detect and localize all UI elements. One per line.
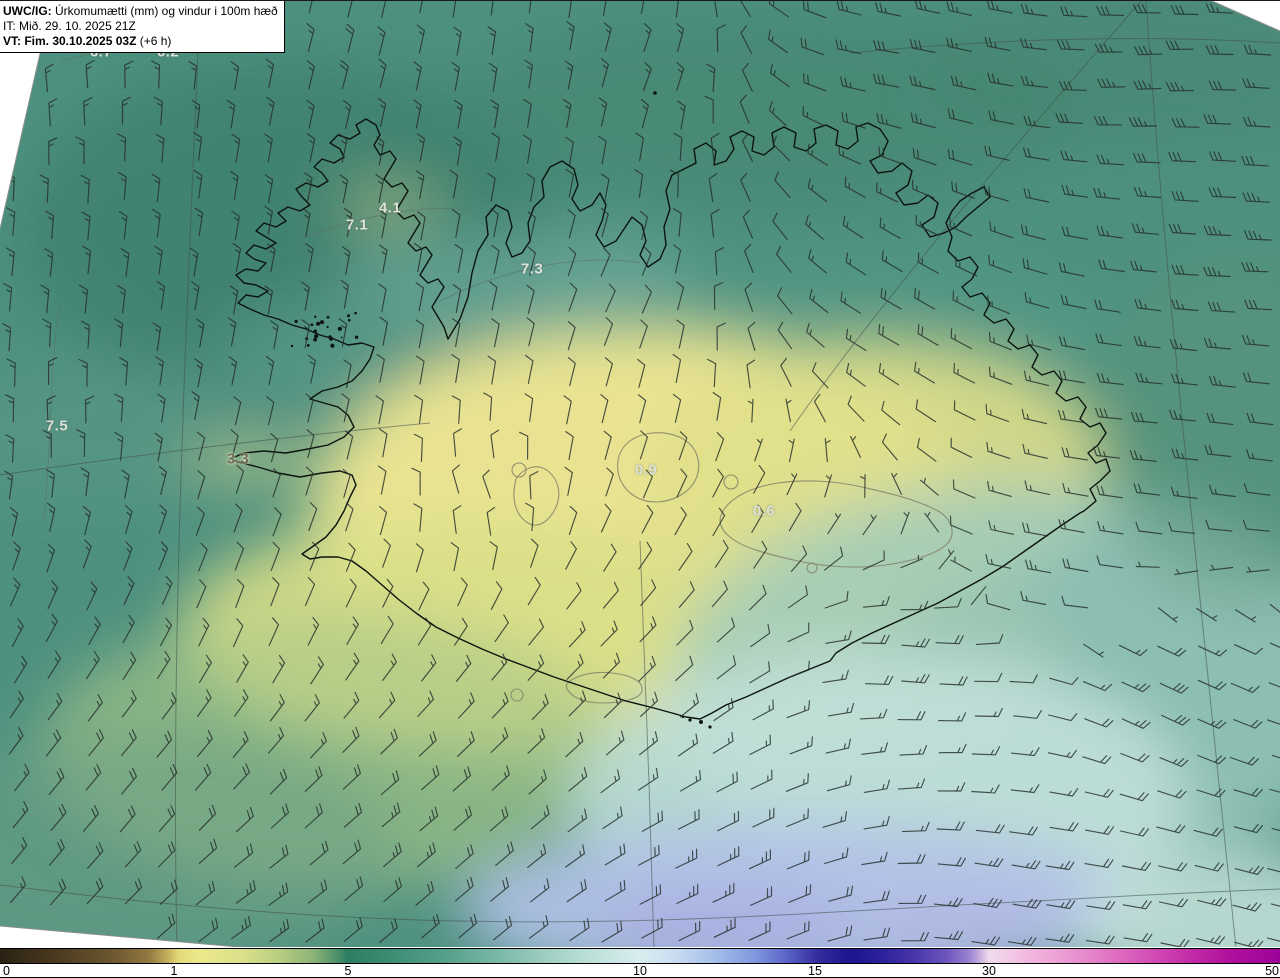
colorbar-tick-labels: 0 1 5 10 15 30 50 <box>0 964 1280 978</box>
contour-label: 0.9 <box>634 461 658 479</box>
colorbar-tick-50: 50 <box>1265 964 1279 978</box>
colorbar-tick-30: 30 <box>982 964 996 978</box>
contour-label: 4.1 <box>378 199 402 217</box>
colorbar-tick-0: 0 <box>3 964 10 978</box>
valid-time-value: Fim. 30.10.2025 03Z <box>21 34 137 48</box>
info-line-init-time: IT: Mið. 29. 10. 2025 21Z <box>3 19 278 34</box>
init-time-value: Mið. 29. 10. 2025 21Z <box>15 19 136 33</box>
model-source: UWC/IG: <box>3 4 52 18</box>
contour-label: 7.3 <box>520 260 544 278</box>
init-time-label: IT: <box>3 19 16 33</box>
contour-label: 7.5 <box>45 417 69 435</box>
colorbar-tick-5: 5 <box>344 964 352 978</box>
contour-label: 3.3 <box>226 450 250 468</box>
info-line-title: UWC/IG: Úrkomumætti (mm) og vindur i 100… <box>3 4 278 19</box>
info-line-valid-time: VT: Fim. 30.10.2025 03Z (+6 h) <box>3 34 278 49</box>
valid-time-offset: (+6 h) <box>136 34 172 48</box>
colorbar-tick-1: 1 <box>170 964 178 978</box>
colorbar-tick-10: 10 <box>633 964 647 978</box>
weather-map-screenshot: 4.17.17.37.53.30.90.66.76.2 UWC/IG: Úrko… <box>0 0 1280 978</box>
colorbar-gradient <box>0 948 1280 964</box>
model-info-box: UWC/IG: Úrkomumætti (mm) og vindur i 100… <box>0 1 285 53</box>
contour-label: 7.1 <box>345 216 369 234</box>
precipitation-colorbar: 0 1 5 10 15 30 50 <box>0 947 1280 978</box>
colorbar-tick-15: 15 <box>808 964 822 978</box>
map-title: Úrkomumætti (mm) og vindur i 100m hæð <box>51 4 278 18</box>
valid-time-label: VT: <box>3 34 21 48</box>
contour-label: 0.6 <box>752 502 776 520</box>
precipitation-wind-map: 4.17.17.37.53.30.90.66.76.2 UWC/IG: Úrko… <box>0 0 1280 947</box>
